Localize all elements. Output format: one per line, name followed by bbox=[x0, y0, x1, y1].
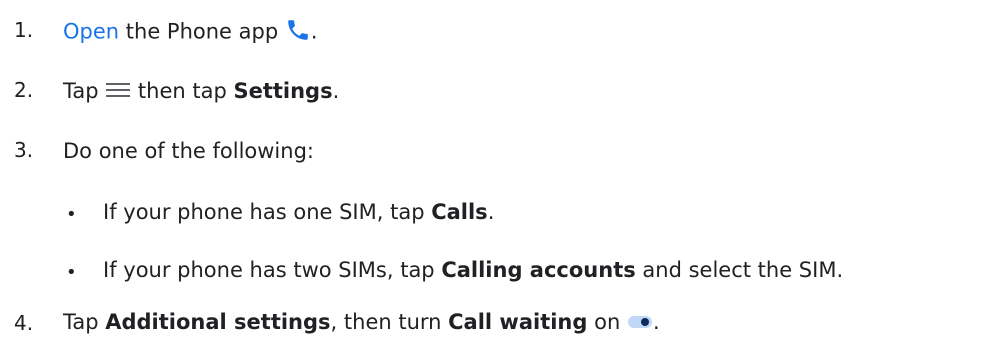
bullet-text-part: If your phone has two SIMs, tap bbox=[103, 258, 442, 282]
bullet-dot: • bbox=[66, 204, 77, 225]
bullet-text-part: . bbox=[487, 200, 495, 224]
calls-label: Calls bbox=[431, 200, 488, 224]
step-text: Do one of the following: bbox=[63, 139, 314, 163]
toggle-on-icon bbox=[627, 311, 653, 335]
step-text-part: on bbox=[587, 310, 627, 334]
bullet-dot: • bbox=[66, 262, 77, 283]
step-text-part: . bbox=[332, 79, 340, 103]
calling-accounts-label: Calling accounts bbox=[441, 258, 636, 282]
settings-label: Settings bbox=[233, 79, 333, 103]
step-text-part: Tap bbox=[63, 79, 106, 103]
step-number: 4. bbox=[14, 311, 34, 335]
step-text-part: , then turn bbox=[330, 310, 449, 334]
call-waiting-label: Call waiting bbox=[448, 310, 588, 334]
bullet-text-part: and select the SIM. bbox=[635, 258, 844, 282]
step-text-part: . bbox=[652, 310, 660, 334]
step-text-part: the Phone app bbox=[119, 19, 285, 44]
step-text: Tap then tap Settings. bbox=[63, 79, 339, 105]
bullet-item: If your phone has two SIMs, tap Calling … bbox=[103, 258, 843, 282]
phone-icon bbox=[285, 17, 311, 48]
bullet-text-part: If your phone has one SIM, tap bbox=[103, 200, 432, 224]
step-text-part: . bbox=[310, 19, 318, 44]
step-number: 3. bbox=[14, 138, 34, 162]
bullet-item: If your phone has one SIM, tap Calls. bbox=[103, 200, 494, 224]
open-link[interactable]: Open bbox=[63, 20, 119, 44]
additional-settings-label: Additional settings bbox=[105, 310, 331, 334]
step-text-part: Tap bbox=[63, 310, 106, 334]
step-text-part: then tap bbox=[131, 79, 234, 103]
step-text: Tap Additional settings, then turn Call … bbox=[63, 310, 660, 335]
menu-icon bbox=[105, 80, 131, 105]
step-number: 1. bbox=[14, 18, 34, 42]
step-text: Open the Phone app . bbox=[63, 17, 318, 48]
step-number: 2. bbox=[14, 78, 34, 102]
